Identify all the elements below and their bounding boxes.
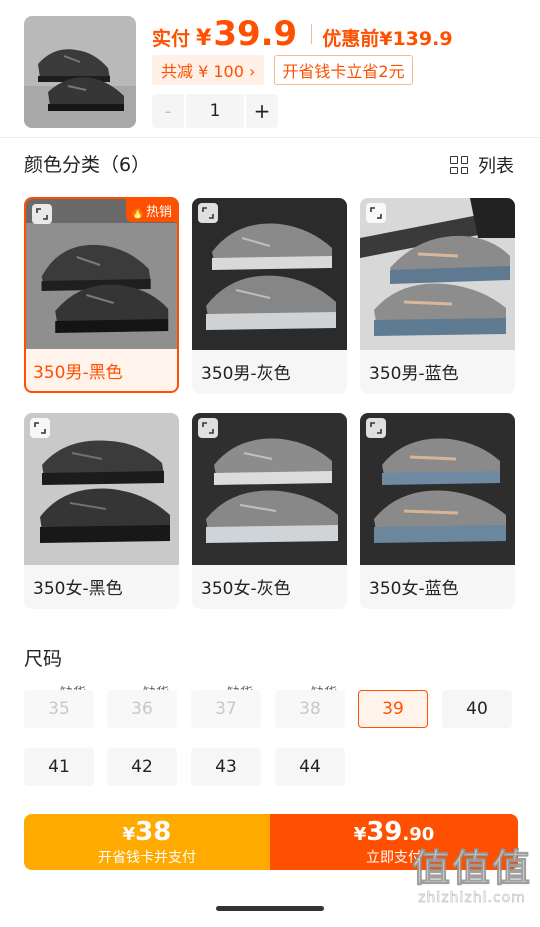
color-option-2[interactable]: 350男-灰色 bbox=[192, 198, 347, 394]
color-option-label: 350女-灰色 bbox=[201, 579, 291, 599]
grid-icon bbox=[450, 156, 468, 174]
expand-icon[interactable] bbox=[366, 203, 386, 223]
savings-card-pay-label: 开省钱卡并支付 bbox=[98, 849, 196, 866]
price-row: 实付 ¥ 39.9 优惠前¥139.9 bbox=[152, 14, 453, 54]
hot-badge: 🔥热销 bbox=[125, 199, 177, 222]
expand-icon[interactable] bbox=[32, 204, 52, 224]
size-option-38[interactable]: 38 bbox=[275, 690, 345, 728]
size-option-42[interactable]: 42 bbox=[107, 748, 177, 786]
home-indicator[interactable] bbox=[216, 906, 324, 911]
quantity-value[interactable]: 1 bbox=[186, 94, 244, 128]
pay-now-price: ¥39.90 bbox=[353, 816, 435, 847]
color-section-title: 颜色分类（6） bbox=[24, 154, 151, 176]
discount-chip[interactable]: 共减 ¥ 100 › bbox=[152, 55, 265, 85]
size-option-41[interactable]: 41 bbox=[24, 748, 94, 786]
color-option-label: 350男-灰色 bbox=[201, 364, 291, 384]
increase-button[interactable]: + bbox=[246, 94, 278, 128]
color-option-1[interactable]: 🔥热销 350男-黑色 bbox=[24, 197, 179, 393]
color-option-label: 350女-黑色 bbox=[33, 579, 123, 599]
original-price: 优惠前¥139.9 bbox=[322, 28, 453, 50]
size-option-39[interactable]: 39 bbox=[358, 690, 428, 728]
expand-icon[interactable] bbox=[30, 418, 50, 438]
site-watermark: 值值值 zhizhizhi.com bbox=[411, 846, 532, 907]
color-option-label: 350女-蓝色 bbox=[369, 579, 459, 599]
card-price: ¥38 bbox=[122, 816, 172, 847]
list-view-toggle[interactable]: 列表 bbox=[450, 152, 514, 178]
pay-label: 实付 bbox=[152, 28, 191, 50]
quantity-stepper: - 1 + bbox=[152, 94, 278, 128]
size-option-35[interactable]: 35 bbox=[24, 690, 94, 728]
size-option-40[interactable]: 40 bbox=[442, 690, 512, 728]
size-option-44[interactable]: 44 bbox=[275, 748, 345, 786]
size-option-36[interactable]: 36 bbox=[107, 690, 177, 728]
decrease-button[interactable]: - bbox=[152, 94, 184, 128]
size-option-37[interactable]: 37 bbox=[191, 690, 261, 728]
product-thumbnail[interactable] bbox=[24, 16, 136, 128]
expand-icon[interactable] bbox=[366, 418, 386, 438]
size-section-title: 尺码 bbox=[24, 648, 63, 670]
color-option-label: 350男-黑色 bbox=[33, 363, 123, 383]
watermark-logo: 值值值 bbox=[411, 846, 532, 891]
color-option-3[interactable]: 350男-蓝色 bbox=[360, 198, 515, 394]
color-option-6[interactable]: 350女-蓝色 bbox=[360, 413, 515, 609]
list-view-label: 列表 bbox=[478, 156, 514, 177]
savings-card-pay-button[interactable]: ¥38 开省钱卡并支付 bbox=[24, 814, 270, 870]
fire-icon: 🔥 bbox=[129, 205, 146, 220]
pay-currency: ¥ bbox=[196, 26, 212, 51]
expand-icon[interactable] bbox=[198, 418, 218, 438]
color-option-label: 350男-蓝色 bbox=[369, 364, 459, 384]
pay-amount: 39.9 bbox=[213, 14, 298, 54]
expand-icon[interactable] bbox=[198, 203, 218, 223]
color-option-5[interactable]: 350女-灰色 bbox=[192, 413, 347, 609]
price-separator bbox=[311, 24, 313, 44]
header-divider bbox=[0, 137, 540, 138]
savings-card-chip[interactable]: 开省钱卡立省2元 bbox=[274, 55, 413, 85]
promo-row: 共减 ¥ 100 › 开省钱卡立省2元 bbox=[152, 55, 413, 85]
size-option-43[interactable]: 43 bbox=[191, 748, 261, 786]
color-option-4[interactable]: 350女-黑色 bbox=[24, 413, 179, 609]
hot-badge-label: 热销 bbox=[145, 205, 172, 220]
watermark-url: zhizhizhi.com bbox=[418, 890, 526, 907]
